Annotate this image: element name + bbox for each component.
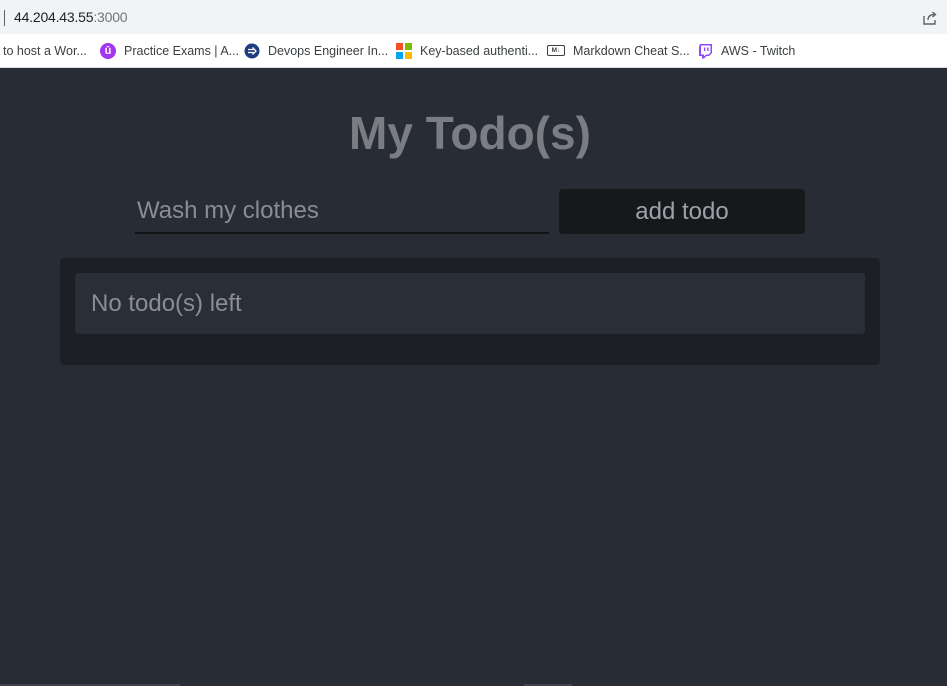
bookmark-label: Devops Engineer In... [268, 43, 389, 58]
page-title: My Todo(s) [349, 107, 591, 159]
bookmark-label: Key-based authenti... [420, 43, 539, 58]
empty-todo-message: No todo(s) left [75, 273, 865, 334]
url-host: 44.204.43.55 [14, 9, 94, 25]
url-text[interactable]: 44.204.43.55:3000 [14, 9, 128, 25]
bookmark-practice-exams[interactable]: û Practice Exams | A... [100, 34, 239, 67]
todo-list: No todo(s) left [60, 258, 880, 365]
url-port: :3000 [93, 9, 128, 25]
bookmark-devops-engineer[interactable]: Devops Engineer In... [244, 34, 388, 67]
bookmark-label: AWS - Twitch [721, 43, 796, 58]
bookmark-host-wordpress[interactable]: to host a Wor... [3, 34, 87, 67]
todo-input[interactable] [135, 190, 549, 234]
address-bar[interactable]: 44.204.43.55:3000 [0, 0, 947, 34]
twitch-icon [699, 43, 712, 58]
markdown-icon: M↓ [547, 45, 565, 56]
share-icon[interactable] [921, 9, 939, 27]
add-todo-button[interactable]: add todo [559, 189, 805, 234]
bookmark-label: Practice Exams | A... [124, 43, 240, 58]
bookmark-aws-twitch[interactable]: AWS - Twitch [697, 34, 795, 67]
udemy-icon: û [100, 42, 116, 59]
bookmarks-bar: to host a Wor... û Practice Exams | A...… [0, 34, 947, 68]
bookmark-key-based-auth[interactable]: Key-based authenti... [396, 34, 538, 67]
microsoft-icon [396, 42, 412, 59]
arrow-circle-icon [244, 43, 260, 58]
bookmark-markdown-cheat-sheet[interactable]: M↓ Markdown Cheat S... [547, 34, 690, 67]
bookmark-label: to host a Wor... [3, 43, 87, 58]
bookmark-label: Markdown Cheat S... [573, 43, 690, 58]
address-bar-divider [4, 10, 5, 26]
